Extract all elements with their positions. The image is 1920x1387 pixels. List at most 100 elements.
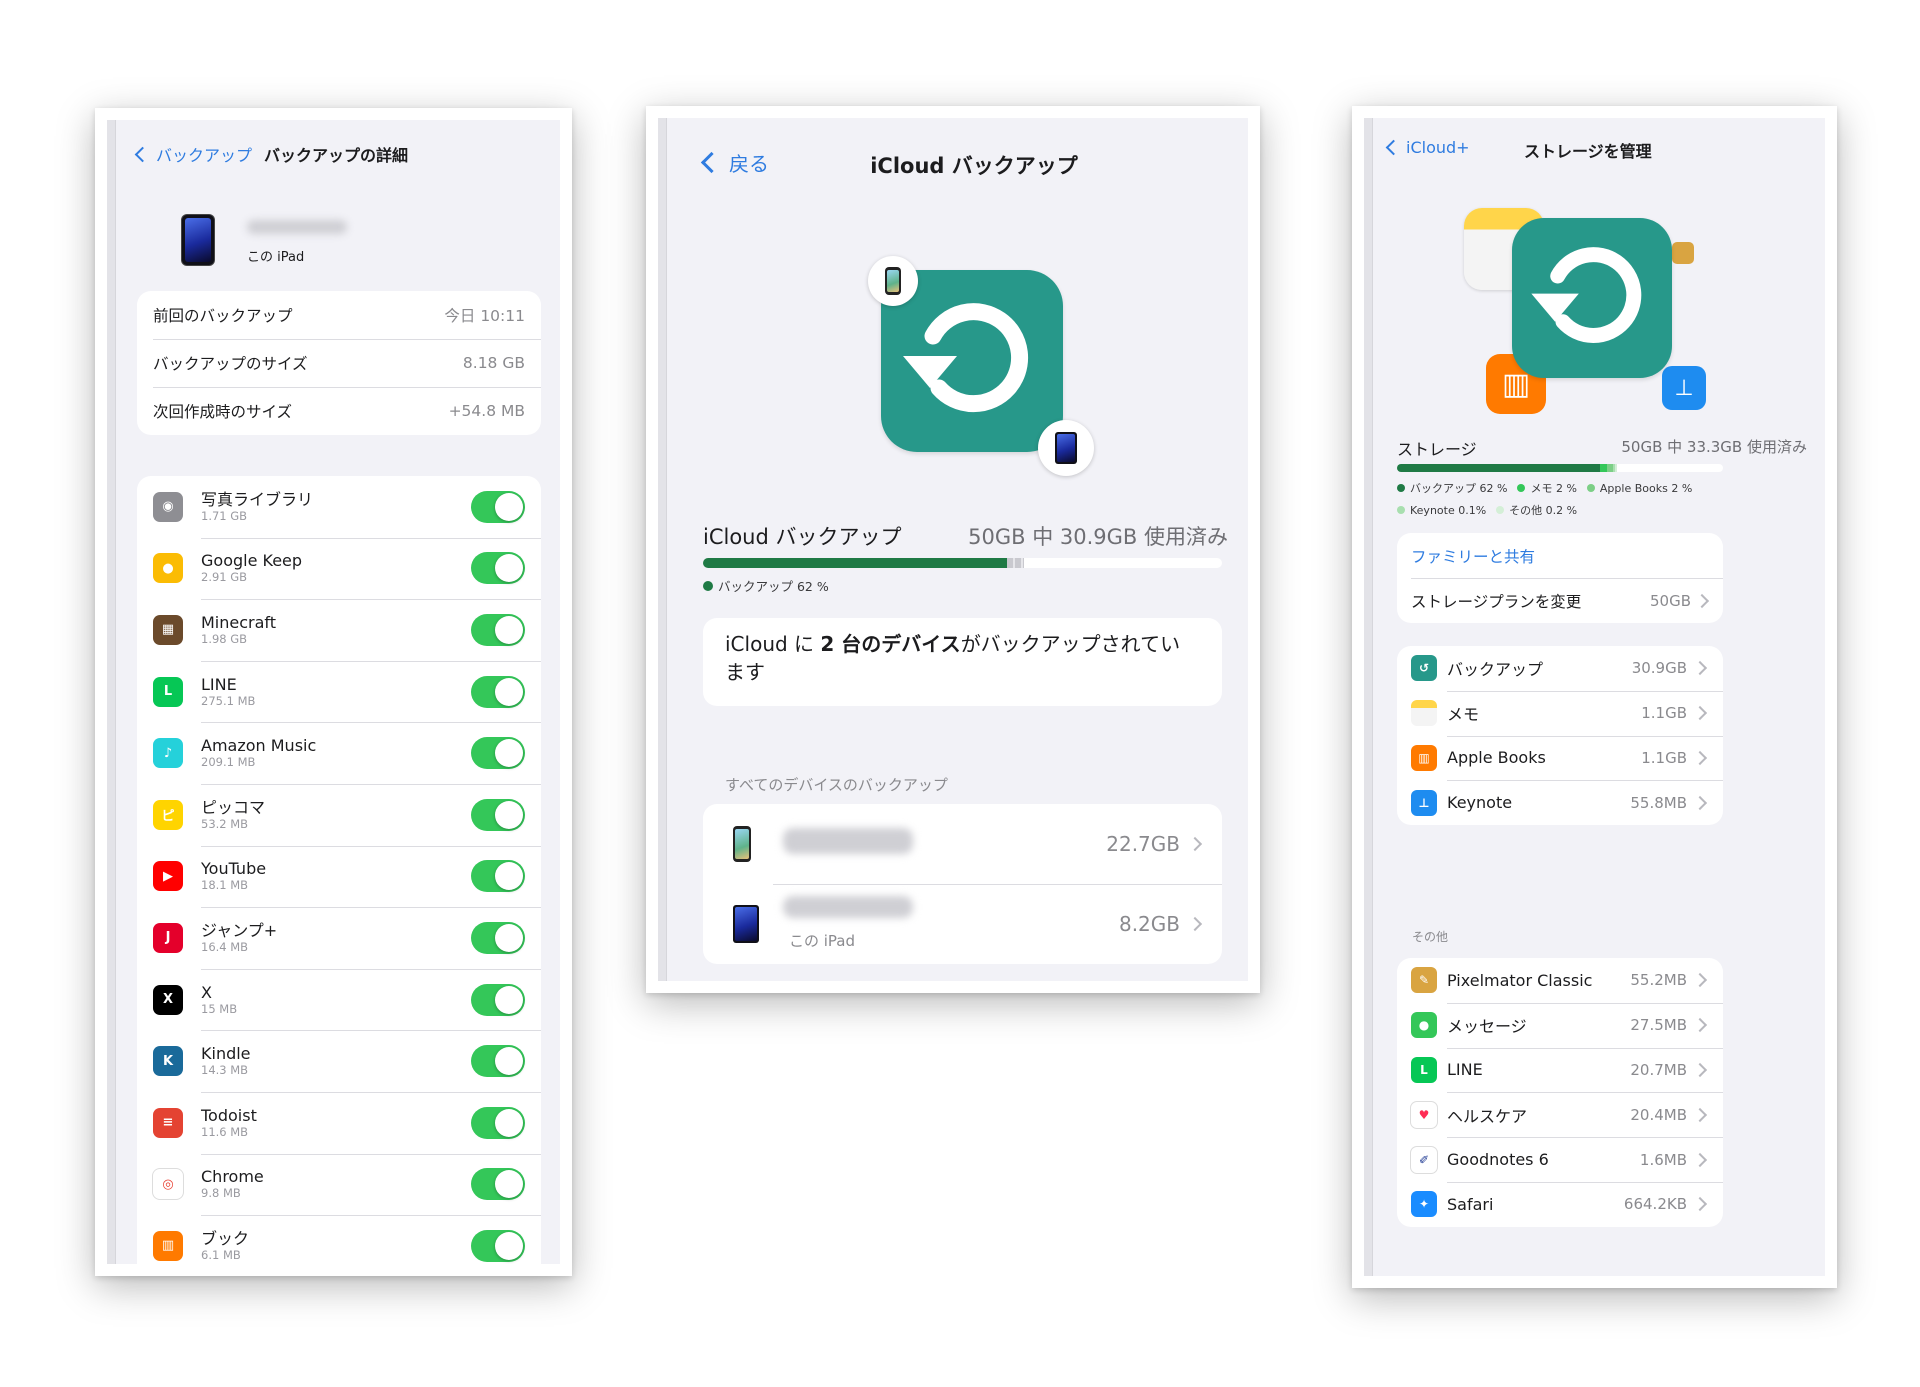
back-button[interactable]: 戻る	[700, 148, 769, 177]
app-backup-row: ▶ YouTube 18.1 MB	[137, 845, 541, 908]
app-name: Goodnotes 6	[1447, 1150, 1549, 1170]
storage-app-row[interactable]: ● メッセージ 27.5MB	[1397, 1002, 1723, 1048]
backup-toggle[interactable]	[471, 737, 525, 770]
chevron-right-icon	[1692, 973, 1708, 988]
storage-app-row[interactable]: メモ 1.1GB	[1397, 690, 1723, 736]
back-chevron-icon[interactable]	[134, 146, 151, 162]
app-text: X 15 MB	[201, 983, 237, 1017]
backup-toggle[interactable]	[471, 1168, 525, 1201]
backup-toggle[interactable]	[471, 1045, 525, 1078]
backup-toggle[interactable]	[471, 983, 525, 1016]
backup-toggle[interactable]	[471, 860, 525, 893]
storage-segment	[1615, 464, 1618, 472]
app-size: 209.1 MB	[201, 755, 256, 770]
pixelmator-icon	[1672, 242, 1694, 264]
pixelmator-icon: ✎	[1411, 967, 1437, 994]
storage-usage-header: ストレージ 50GB 中 33.3GB 使用済み	[1397, 436, 1807, 460]
backup-toggle[interactable]	[471, 613, 525, 646]
backup-toggle[interactable]	[471, 552, 525, 585]
backup-toggle[interactable]	[471, 921, 525, 954]
storage-usage-header: iCloud バックアップ 50GB 中 30.9GB 使用済み	[703, 521, 1228, 551]
chevron-right-icon	[1187, 836, 1203, 852]
iphone-badge-icon	[868, 256, 918, 306]
chevron-right-icon	[1692, 1152, 1708, 1167]
app-name: Keynote	[1447, 793, 1513, 813]
app-size: 55.8MB	[1630, 793, 1687, 812]
nav-bar: 戻る iCloud バックアップ	[700, 148, 1248, 178]
legend-label: Keynote 0.1%	[1410, 503, 1487, 517]
legend-item: その他 0.2 %	[1496, 502, 1577, 518]
app-size: 55.2MB	[1630, 971, 1687, 990]
x-icon: X	[153, 984, 183, 1015]
backup-toggle[interactable]	[471, 1229, 525, 1262]
usage-value: 50GB 中 33.3GB 使用済み	[1621, 438, 1807, 456]
kindle-icon: K	[153, 1046, 183, 1077]
legend-label: Apple Books 2 %	[1599, 481, 1693, 495]
device-sub-label: この iPad	[789, 932, 856, 950]
blurred-device-name	[247, 220, 347, 234]
app-backup-row: K Kindle 14.3 MB	[137, 1030, 541, 1092]
minecraft-icon: ▦	[153, 614, 183, 645]
app-text: ピッコマ 53.2 MB	[201, 798, 265, 832]
storage-app-row[interactable]: ▥ Apple Books 1.1GB	[1397, 735, 1723, 781]
app-text: Amazon Music 209.1 MB	[201, 736, 316, 770]
legend-item: Keynote 0.1%	[1397, 504, 1486, 517]
legend-item: Apple Books 2 %	[1586, 481, 1693, 495]
storage-app-row[interactable]: ↺ バックアップ 30.9GB	[1397, 646, 1723, 691]
backup-toggle[interactable]	[471, 490, 525, 523]
storage-segment	[1397, 464, 1601, 472]
change-plan-row[interactable]: ストレージプランを変更 50GB	[1397, 578, 1723, 623]
backup-toggle[interactable]	[471, 675, 525, 708]
backup-toggle[interactable]	[471, 798, 525, 831]
app-text: YouTube 18.1 MB	[201, 859, 266, 893]
app-size: 27.5MB	[1630, 1016, 1687, 1035]
legend-label: バックアップ 62 %	[1410, 482, 1508, 495]
app-name: メッセージ	[1447, 1017, 1527, 1037]
keynote-icon: ⊥	[1411, 789, 1437, 816]
plan-card: ファミリーと共有 ストレージプランを変更 50GB	[1397, 533, 1723, 623]
device-row-iphone[interactable]: 22.7GB	[703, 804, 1222, 884]
back-button[interactable]: バックアップ	[156, 142, 252, 166]
backup-icon: ↺	[1411, 655, 1437, 682]
app-backup-row: ◎ Chrome 9.8 MB	[137, 1153, 541, 1216]
back-button[interactable]: iCloud+	[1384, 138, 1470, 157]
app-text: LINE 275.1 MB	[201, 675, 255, 709]
storage-app-row[interactable]: L LINE 20.7MB	[1397, 1047, 1723, 1093]
storage-app-row[interactable]: ✐ Goodnotes 6 1.6MB	[1397, 1137, 1723, 1182]
sidebar-edge	[107, 120, 116, 1264]
app-size: 18.1 MB	[201, 878, 249, 893]
page-title: ストレージを管理	[1524, 142, 1652, 161]
app-name: ブック	[201, 1228, 250, 1248]
legend-label: その他 0.2 %	[1509, 504, 1578, 517]
app-size: 15 MB	[201, 1001, 238, 1016]
legend-item: バックアップ 62 %	[1397, 480, 1507, 496]
storage-app-row[interactable]: ♥ ヘルスケア 20.4MB	[1397, 1092, 1723, 1137]
app-storage-list: ↺ バックアップ 30.9GB メモ 1.1GB ▥ Apple Books 1.1GB ⊥ Ke…	[1397, 646, 1723, 826]
notes-icon	[1411, 700, 1437, 727]
youtube-icon: ▶	[153, 861, 183, 892]
change-plan-label: ストレージプランを変更	[1411, 592, 1582, 611]
section-header: すべてのデバイスのバックアップ	[725, 776, 948, 794]
backup-toggle[interactable]	[471, 1106, 525, 1139]
storage-app-row[interactable]: ✦ Safari 664.2KB	[1397, 1181, 1723, 1227]
app-size: 20.7MB	[1630, 1060, 1687, 1079]
app-size: 6.1 MB	[201, 1247, 241, 1262]
app-name: ヘルスケア	[1447, 1106, 1528, 1126]
app-size: 9.8 MB	[201, 1186, 241, 1201]
storage-bar	[1397, 464, 1723, 472]
app-backup-row: ピピッコマ 53.2 MB	[137, 783, 541, 846]
storage-app-row[interactable]: ⊥ Keynote 55.8MB	[1397, 780, 1723, 825]
storage-app-row[interactable]: ✎ Pixelmator Classic 55.2MB	[1397, 958, 1723, 1003]
line-icon: L	[153, 676, 183, 707]
app-name: Safari	[1447, 1194, 1494, 1214]
device-row-ipad[interactable]: この iPad 8.2GB	[703, 884, 1222, 964]
app-text: Minecraft 1.98 GB	[201, 613, 276, 647]
usage-value: 50GB 中 30.9GB 使用済み	[968, 525, 1228, 549]
health-icon: ♥	[1411, 1101, 1437, 1128]
back-chevron-icon	[1385, 139, 1402, 156]
device-label: この iPad	[247, 250, 305, 265]
app-name: YouTube	[201, 859, 267, 879]
app-name: ジャンプ+	[201, 920, 278, 940]
google-keep-icon: ●	[153, 553, 183, 584]
family-share-link[interactable]: ファミリーと共有	[1397, 533, 1723, 578]
